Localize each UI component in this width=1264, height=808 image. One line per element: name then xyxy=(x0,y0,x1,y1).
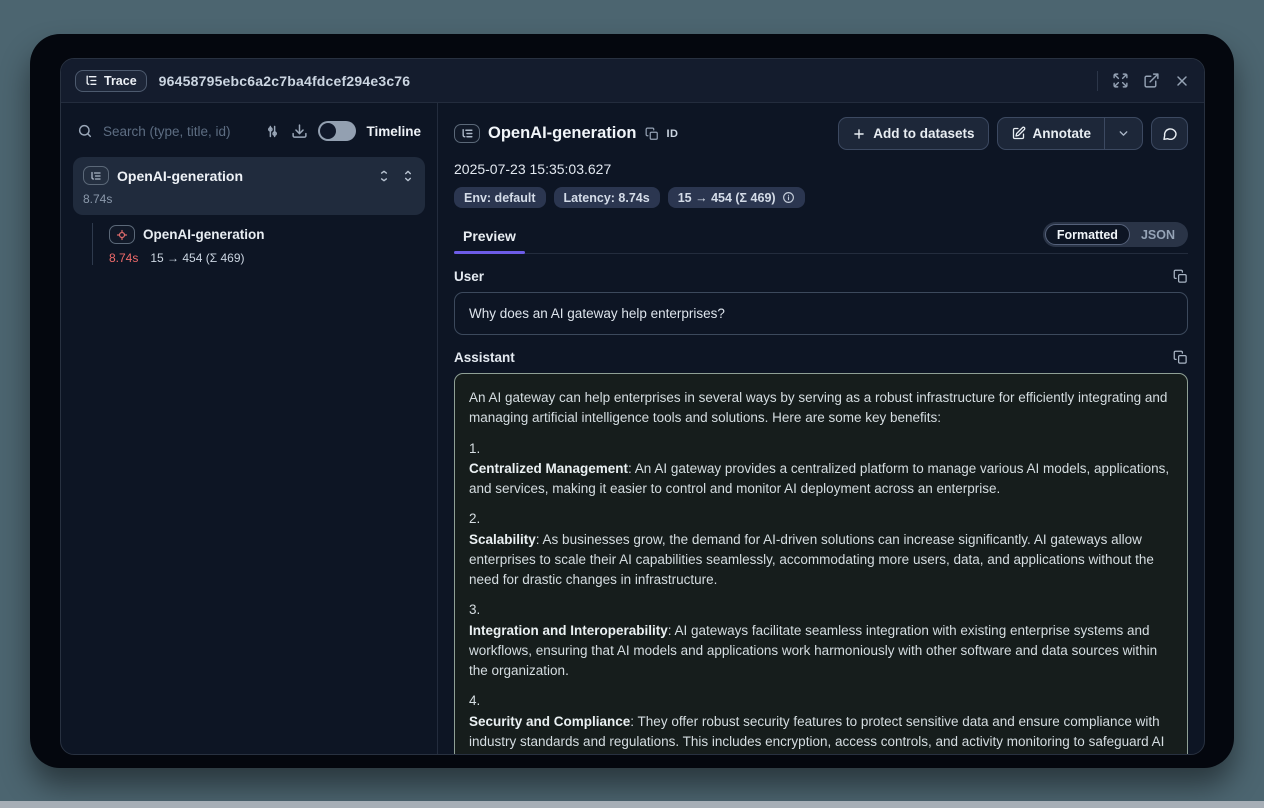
user-message-box: Why does an AI gateway help enterprises? xyxy=(454,292,1188,335)
format-toggle-group: Formatted JSON xyxy=(1043,222,1188,247)
desktop-edge-strip xyxy=(0,801,1264,808)
generation-node-title: OpenAI-generation xyxy=(143,227,265,242)
expand-fullscreen-icon[interactable] xyxy=(1112,72,1129,89)
trace-tree-sidebar: Search (type, title, id) Timeline OpenAI… xyxy=(61,103,438,754)
user-message-section: User Why does an AI gateway help enterpr… xyxy=(454,269,1188,335)
filter-sliders-icon[interactable] xyxy=(264,123,281,140)
env-badge: Env: default xyxy=(454,187,546,208)
trace-topbar: Trace 96458795ebc6a2c7ba4fdcef294e3c76 xyxy=(61,59,1204,103)
search-icon xyxy=(77,123,93,139)
annotate-button[interactable]: Annotate xyxy=(998,118,1105,149)
trace-detail-dialog: Trace 96458795ebc6a2c7ba4fdcef294e3c76 S… xyxy=(60,58,1205,755)
assistant-item-number: 1. xyxy=(469,439,1173,459)
comments-button[interactable] xyxy=(1151,117,1188,150)
copy-id-icon[interactable] xyxy=(645,127,659,141)
trace-node-icon xyxy=(83,166,109,185)
tree-node-generation[interactable]: OpenAI-generation 8.74s 15 → 454 (Σ 469) xyxy=(109,223,425,265)
assistant-intro: An AI gateway can help enterprises in se… xyxy=(469,388,1173,429)
latency-badge: Latency: 8.74s xyxy=(554,187,660,208)
plus-icon xyxy=(852,127,866,141)
generation-token-usage: 15 → 454 (Σ 469) xyxy=(150,251,244,265)
format-toggle-formatted[interactable]: Formatted xyxy=(1045,224,1130,245)
observation-panel: OpenAI-generation ID Add to datasets xyxy=(438,103,1204,754)
trace-type-badge: Trace xyxy=(75,70,147,92)
topbar-divider xyxy=(1097,71,1098,91)
trace-tree-icon xyxy=(85,74,98,87)
assistant-message-section: Assistant An AI gateway can help enterpr… xyxy=(454,350,1188,754)
assistant-item-number: 2. xyxy=(469,509,1173,529)
tree-node-title: OpenAI-generation xyxy=(117,168,243,184)
user-section-label: User xyxy=(454,269,484,284)
pencil-square-icon xyxy=(1011,126,1026,141)
assistant-item-number: 4. xyxy=(469,691,1173,711)
search-input[interactable]: Search (type, title, id) xyxy=(103,124,254,139)
unfold-all-icon[interactable] xyxy=(377,169,391,183)
assistant-item: Integration and Interoperability: AI gat… xyxy=(469,621,1173,682)
assistant-item: Centralized Management: An AI gateway pr… xyxy=(469,459,1173,500)
close-icon[interactable] xyxy=(1174,73,1190,89)
assistant-item: Security and Compliance: They offer robu… xyxy=(469,712,1173,755)
tree-node-root[interactable]: OpenAI-generation 8.74s xyxy=(73,157,425,215)
observation-timestamp: 2025-07-23 15:35:03.627 xyxy=(454,161,1188,177)
timeline-toggle-label: Timeline xyxy=(366,124,421,139)
tab-preview[interactable]: Preview xyxy=(454,228,525,253)
trace-id: 96458795ebc6a2c7ba4fdcef294e3c76 xyxy=(159,73,411,89)
copy-assistant-content-icon[interactable] xyxy=(1173,350,1188,365)
assistant-message-box: An AI gateway can help enterprises in se… xyxy=(454,373,1188,754)
open-external-icon[interactable] xyxy=(1143,72,1160,89)
add-to-datasets-button[interactable]: Add to datasets xyxy=(838,117,988,150)
generation-duration: 8.74s xyxy=(109,251,138,265)
generation-node-icon xyxy=(109,225,135,244)
copy-user-content-icon[interactable] xyxy=(1173,269,1188,284)
comment-bubble-icon xyxy=(1162,126,1178,142)
timeline-toggle[interactable] xyxy=(318,121,356,141)
download-icon[interactable] xyxy=(291,123,308,140)
fold-all-icon[interactable] xyxy=(401,169,415,183)
format-toggle-json[interactable]: JSON xyxy=(1130,225,1186,244)
observation-type-icon xyxy=(454,124,480,143)
tree-node-duration: 8.74s xyxy=(83,192,415,206)
info-icon[interactable] xyxy=(782,191,795,204)
chevron-down-icon xyxy=(1117,127,1130,140)
assistant-item: Scalability: As businesses grow, the dem… xyxy=(469,530,1173,591)
assistant-item-number: 3. xyxy=(469,600,1173,620)
assistant-section-label: Assistant xyxy=(454,350,515,365)
id-label: ID xyxy=(667,128,679,140)
observation-title: OpenAI-generation xyxy=(488,124,637,143)
trace-type-label: Trace xyxy=(104,74,137,88)
token-usage-badge: 15 → 454 (Σ 469) xyxy=(668,187,805,208)
annotate-dropdown-button[interactable] xyxy=(1105,118,1142,149)
annotate-button-group: Annotate xyxy=(997,117,1144,150)
